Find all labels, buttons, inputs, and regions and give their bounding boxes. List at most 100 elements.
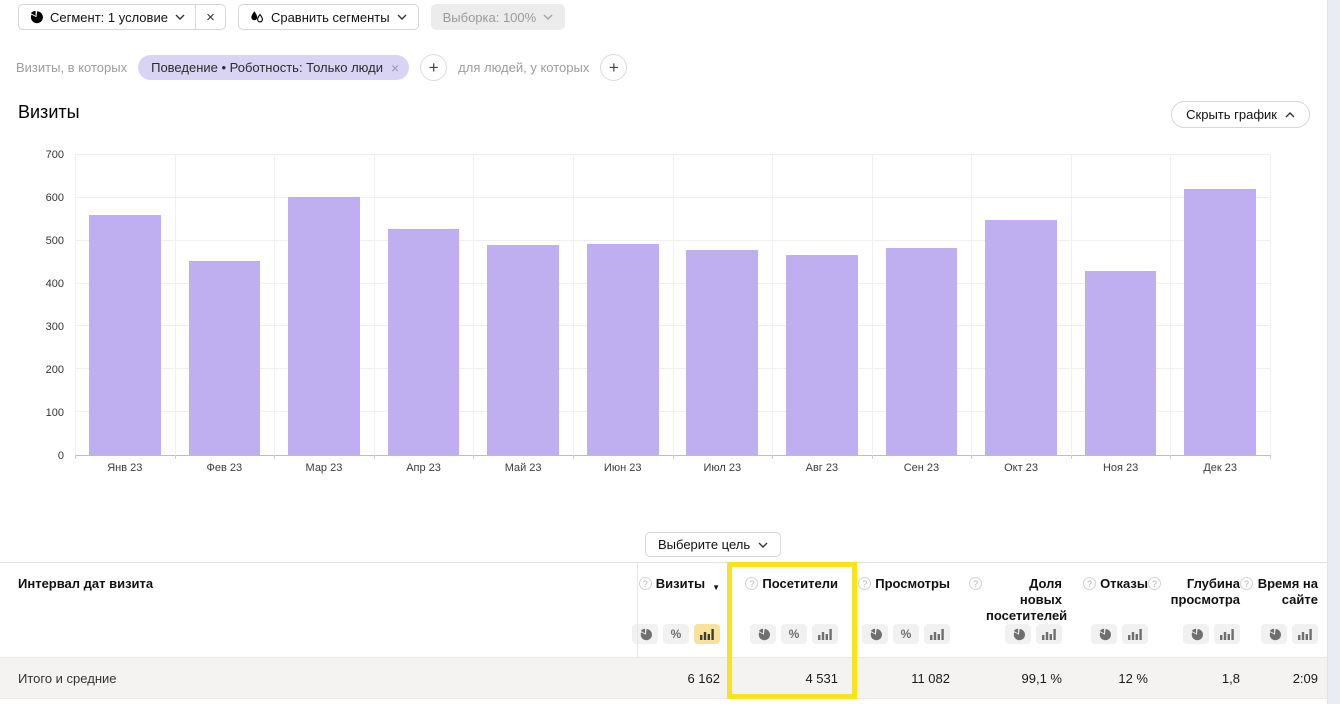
bars-view-toggle[interactable] <box>812 624 838 644</box>
bars-view-toggle[interactable] <box>1292 624 1318 644</box>
view-toggles <box>1261 624 1318 644</box>
view-toggles <box>1005 624 1062 644</box>
bar-фев-23[interactable] <box>189 261 261 455</box>
chevron-up-icon <box>1285 112 1295 118</box>
column-label[interactable]: Просмотры <box>875 576 950 592</box>
goal-select-label: Выберите цель <box>658 537 750 552</box>
totals-label: Итого и средние <box>18 658 116 698</box>
segment-close-button[interactable]: × <box>195 5 225 29</box>
scrollbar[interactable] <box>1327 0 1340 704</box>
axis-tick <box>1270 455 1271 459</box>
help-icon[interactable]: ? <box>969 577 982 590</box>
gridline <box>1170 155 1171 455</box>
help-icon[interactable]: ? <box>639 577 652 590</box>
axis-tick <box>274 455 275 459</box>
chip-remove-icon[interactable]: × <box>391 61 399 75</box>
total-value-просмотры: 11 082 <box>838 658 950 698</box>
behavior-robots-chip[interactable]: Поведение • Роботность: Только люди × <box>138 55 409 80</box>
bars-view-toggle[interactable] <box>1122 624 1148 644</box>
add-visit-condition-button[interactable]: + <box>420 54 447 81</box>
bars-view-toggle[interactable] <box>1036 624 1062 644</box>
pie-view-toggle[interactable] <box>862 624 888 644</box>
segment-button[interactable]: Сегмент: 1 условие <box>19 5 195 29</box>
pie-view-toggle[interactable] <box>750 624 776 644</box>
pie-view-toggle[interactable] <box>1183 624 1209 644</box>
x-axis-label: Май 23 <box>473 462 573 474</box>
bar-дек-23[interactable] <box>1184 189 1256 455</box>
filters-row: Визиты, в которых Поведение • Роботность… <box>16 54 627 81</box>
pie-view-toggle[interactable] <box>1261 624 1287 644</box>
pie-view-toggle[interactable] <box>1091 624 1117 644</box>
axis-tick <box>673 455 674 459</box>
bar-ноя-23[interactable] <box>1085 271 1157 455</box>
chart-plot-area <box>75 155 1270 456</box>
help-icon[interactable]: ? <box>1240 577 1253 590</box>
axis-tick <box>772 455 773 459</box>
x-axis-label: Июн 23 <box>573 462 673 474</box>
help-icon[interactable]: ? <box>745 577 758 590</box>
segment-button-group: Сегмент: 1 условие × <box>18 4 226 30</box>
gridline <box>573 155 574 455</box>
bar-май-23[interactable] <box>487 245 559 455</box>
pie-view-toggle[interactable] <box>1005 624 1031 644</box>
y-axis-label: 500 <box>0 235 64 247</box>
bar-мар-23[interactable] <box>288 197 360 455</box>
axis-tick <box>971 455 972 459</box>
x-axis-label: Апр 23 <box>374 462 474 474</box>
gridline <box>75 155 76 455</box>
bars-view-toggle[interactable] <box>924 624 950 644</box>
y-axis-label: 300 <box>0 321 64 333</box>
help-icon[interactable]: ? <box>1148 577 1161 590</box>
sampling-button[interactable]: Выборка: 100% <box>431 4 566 30</box>
y-axis-label: 100 <box>0 407 64 419</box>
percent-view-toggle[interactable]: % <box>781 624 807 644</box>
help-icon[interactable]: ? <box>858 577 871 590</box>
column-label[interactable]: Отказы <box>1100 576 1148 592</box>
column-header-просмотры: ? Просмотры% <box>838 563 950 657</box>
metrics-table: Интервал дат визита ? Визиты ▼%? Посетители… <box>0 562 1340 698</box>
help-icon[interactable]: ? <box>1083 577 1096 590</box>
x-axis-label: Июл 23 <box>673 462 773 474</box>
bar-сен-23[interactable] <box>886 248 958 455</box>
column-label[interactable]: Глубина просмотра <box>1165 576 1240 608</box>
total-value-доля: 99,1 % <box>950 658 1062 698</box>
percent-view-toggle[interactable]: % <box>663 624 689 644</box>
column-label[interactable]: Посетители <box>762 576 838 592</box>
pie-view-toggle[interactable] <box>632 624 658 644</box>
date-interval-header: Интервал дат визита <box>18 576 153 591</box>
bars-view-toggle[interactable] <box>1214 624 1240 644</box>
x-axis-label: Ноя 23 <box>1071 462 1171 474</box>
total-value-визиты: 6 162 <box>637 658 720 698</box>
hide-chart-button[interactable]: Скрыть график <box>1171 101 1310 128</box>
bar-авг-23[interactable] <box>786 255 858 455</box>
total-value-отказы: 12 % <box>1062 658 1148 698</box>
percent-view-toggle[interactable]: % <box>893 624 919 644</box>
total-value-время: 2:09 <box>1240 658 1318 698</box>
x-axis-label: Мар 23 <box>274 462 374 474</box>
bar-янв-23[interactable] <box>89 215 161 455</box>
pie-segment-icon <box>29 10 43 24</box>
column-label[interactable]: Доля новых посетителей <box>986 576 1062 624</box>
column-label[interactable]: Время на сайте <box>1257 576 1318 608</box>
bar-июн-23[interactable] <box>587 244 659 455</box>
y-axis-label: 400 <box>0 278 64 290</box>
bar-июл-23[interactable] <box>686 250 758 455</box>
totals-row[interactable]: Итого и средние 6 1624 53111 08299,1 %12… <box>0 657 1340 699</box>
x-axis-label: Авг 23 <box>772 462 872 474</box>
chevron-down-icon <box>758 542 768 548</box>
goal-select-button[interactable]: Выберите цель <box>645 532 781 557</box>
bar-апр-23[interactable] <box>388 229 460 455</box>
chevron-down-icon <box>175 14 185 20</box>
bar-окт-23[interactable] <box>985 220 1057 455</box>
filter-visits-label: Визиты, в которых <box>16 60 127 75</box>
column-header-время: ? Время на сайте <box>1240 563 1318 657</box>
view-toggles: % <box>750 624 838 644</box>
add-people-condition-button[interactable]: + <box>600 54 627 81</box>
gridline <box>872 155 873 455</box>
bars-view-toggle[interactable] <box>694 624 720 644</box>
column-label[interactable]: Визиты <box>656 576 705 592</box>
column-header-глубина: ? Глубина просмотра <box>1148 563 1240 657</box>
x-axis-label: Сен 23 <box>872 462 972 474</box>
compare-segments-button[interactable]: Сравнить сегменты <box>238 4 419 30</box>
sort-descending-icon[interactable]: ▼ <box>712 580 720 596</box>
